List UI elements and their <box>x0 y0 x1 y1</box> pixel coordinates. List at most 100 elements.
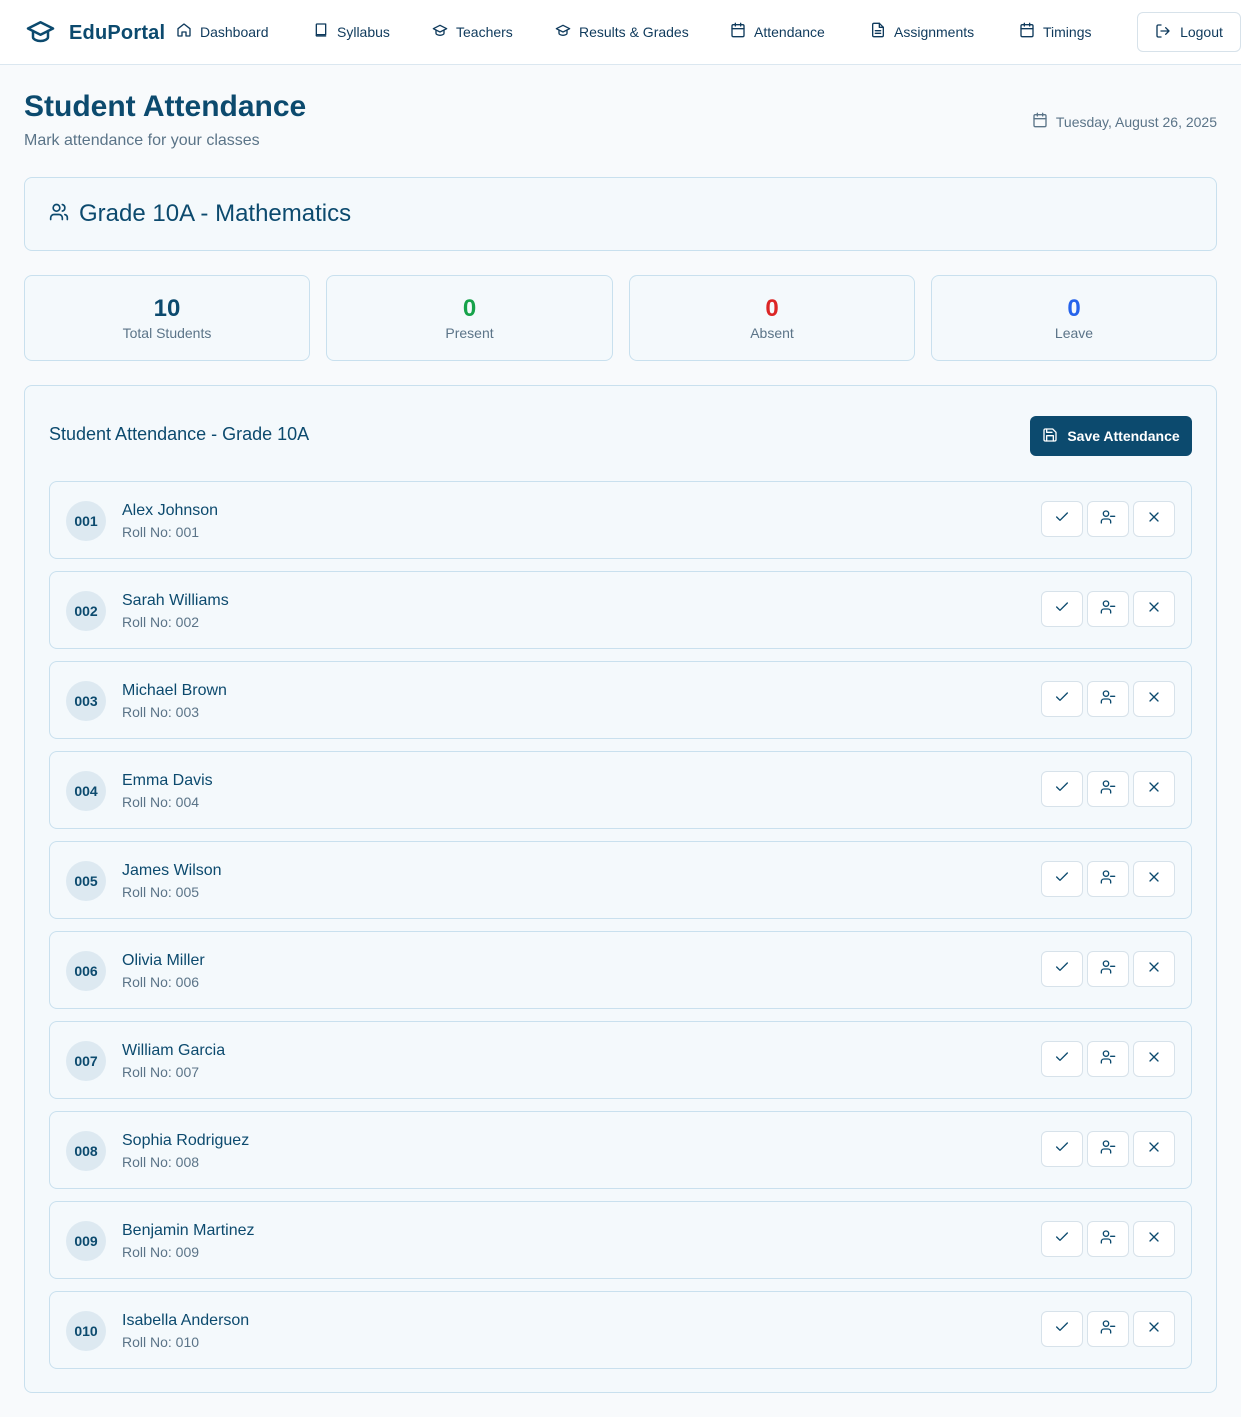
close-icon <box>1146 689 1162 710</box>
mark-leave-button[interactable] <box>1087 1221 1129 1257</box>
class-card: Grade 10A - Mathematics <box>24 177 1217 251</box>
mark-absent-button[interactable] <box>1133 1311 1175 1347</box>
mark-present-button[interactable] <box>1041 861 1083 897</box>
attendance-actions <box>1041 1131 1175 1167</box>
attendance-actions <box>1041 1311 1175 1347</box>
roll-number: Roll No: 003 <box>122 704 200 720</box>
mark-absent-button[interactable] <box>1133 861 1175 897</box>
date-text: Tuesday, August 26, 2025 <box>1055 113 1217 130</box>
student-row: 002 Sarah Williams Roll No: 002 <box>49 571 1192 649</box>
nav-item-attendance[interactable]: Attendance <box>730 22 825 41</box>
roll-number: Roll No: 006 <box>122 974 200 990</box>
stat-absent: 0 Absent <box>629 275 915 361</box>
nav-item-results-grades[interactable]: Results & Grades <box>555 22 689 41</box>
close-icon <box>1146 779 1162 800</box>
mark-leave-button[interactable] <box>1087 771 1129 807</box>
panel-title: Student Attendance - Grade 10A <box>49 424 310 444</box>
brand[interactable]: EduPortal <box>24 16 165 51</box>
mark-leave-button[interactable] <box>1087 591 1129 627</box>
nav-label: Assignments <box>894 23 975 40</box>
logout-label: Logout <box>1180 24 1223 40</box>
attendance-actions <box>1041 501 1175 537</box>
close-icon <box>1146 509 1162 530</box>
mark-absent-button[interactable] <box>1133 1131 1175 1167</box>
stat-value: 0 <box>765 295 779 322</box>
student-row: 007 William Garcia Roll No: 007 <box>49 1021 1192 1099</box>
nav-item-dashboard[interactable]: Dashboard <box>176 22 269 41</box>
brand-name: EduPortal <box>69 22 166 44</box>
mark-present-button[interactable] <box>1041 591 1083 627</box>
user-minus-icon <box>1100 1229 1116 1250</box>
nav-item-timings[interactable]: Timings <box>1019 22 1092 41</box>
check-icon <box>1054 1319 1070 1340</box>
roll-badge: 010 <box>66 1311 106 1351</box>
roll-number: Roll No: 004 <box>122 794 200 810</box>
check-icon <box>1054 1229 1070 1250</box>
save-attendance-button[interactable]: Save Attendance <box>1030 416 1192 456</box>
stat-label: Total Students <box>122 325 212 341</box>
mark-leave-button[interactable] <box>1087 951 1129 987</box>
mark-absent-button[interactable] <box>1133 591 1175 627</box>
roll-number: Roll No: 005 <box>122 884 200 900</box>
student-row: 004 Emma Davis Roll No: 004 <box>49 751 1192 829</box>
mark-leave-button[interactable] <box>1087 501 1129 537</box>
book-icon <box>313 22 329 41</box>
roll-number: Roll No: 007 <box>122 1064 200 1080</box>
roll-badge: 006 <box>66 951 106 991</box>
page-title: Student Attendance <box>24 90 307 123</box>
nav-item-assignments[interactable]: Assignments <box>870 22 974 41</box>
check-icon <box>1054 779 1070 800</box>
nav-label: Syllabus <box>337 23 390 40</box>
mark-present-button[interactable] <box>1041 771 1083 807</box>
class-title: Grade 10A - Mathematics <box>79 200 352 227</box>
mark-present-button[interactable] <box>1041 681 1083 717</box>
mark-absent-button[interactable] <box>1133 951 1175 987</box>
student-name: Emma Davis <box>122 772 213 789</box>
mark-leave-button[interactable] <box>1087 1041 1129 1077</box>
check-icon <box>1054 1049 1070 1070</box>
mark-present-button[interactable] <box>1041 501 1083 537</box>
mark-present-button[interactable] <box>1041 951 1083 987</box>
logout-button[interactable]: Logout <box>1137 12 1241 52</box>
mark-leave-button[interactable] <box>1087 1131 1129 1167</box>
attendance-actions <box>1041 861 1175 897</box>
mark-leave-button[interactable] <box>1087 681 1129 717</box>
student-row: 008 Sophia Rodriguez Roll No: 008 <box>49 1111 1192 1189</box>
graduation-cap-icon <box>555 22 571 41</box>
nav-item-teachers[interactable]: Teachers <box>432 22 513 41</box>
mark-present-button[interactable] <box>1041 1131 1083 1167</box>
mark-leave-button[interactable] <box>1087 1311 1129 1347</box>
mark-present-button[interactable] <box>1041 1041 1083 1077</box>
page-subtitle: Mark attendance for your classes <box>24 132 260 149</box>
mark-absent-button[interactable] <box>1133 1221 1175 1257</box>
roll-badge: 004 <box>66 771 106 811</box>
mark-absent-button[interactable] <box>1133 771 1175 807</box>
stat-label: Leave <box>1054 325 1094 341</box>
mark-absent-button[interactable] <box>1133 501 1175 537</box>
user-minus-icon <box>1100 689 1116 710</box>
user-minus-icon <box>1100 869 1116 890</box>
calendar-icon <box>730 22 746 41</box>
roll-number: Roll No: 002 <box>122 614 200 630</box>
user-minus-icon <box>1100 509 1116 530</box>
mark-leave-button[interactable] <box>1087 861 1129 897</box>
user-minus-icon <box>1100 1049 1116 1070</box>
roll-number: Roll No: 008 <box>122 1154 200 1170</box>
student-name: Isabella Anderson <box>122 1312 250 1329</box>
mark-present-button[interactable] <box>1041 1221 1083 1257</box>
nav-item-syllabus[interactable]: Syllabus <box>313 22 390 41</box>
student-name: Olivia Miller <box>122 952 205 969</box>
mark-present-button[interactable] <box>1041 1311 1083 1347</box>
roll-badge: 001 <box>66 501 106 541</box>
close-icon <box>1146 869 1162 890</box>
student-name: William Garcia <box>122 1042 226 1059</box>
logout-icon <box>1155 23 1171 42</box>
stat-value: 0 <box>1067 295 1081 322</box>
mark-absent-button[interactable] <box>1133 681 1175 717</box>
graduation-cap-icon <box>432 22 448 41</box>
user-minus-icon <box>1100 1139 1116 1160</box>
student-name: Alex Johnson <box>122 502 219 519</box>
check-icon <box>1054 869 1070 890</box>
mark-absent-button[interactable] <box>1133 1041 1175 1077</box>
check-icon <box>1054 689 1070 710</box>
